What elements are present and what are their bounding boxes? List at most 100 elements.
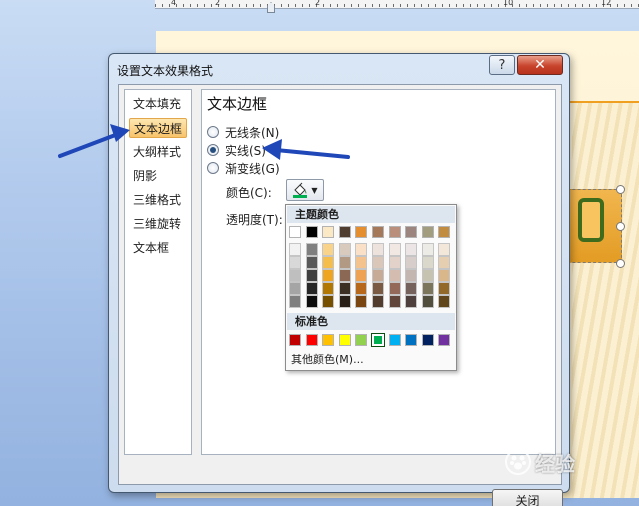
- nav-item-outline-style[interactable]: 大纲样式: [129, 142, 187, 162]
- nav-item-3d-format[interactable]: 三维格式: [129, 190, 187, 210]
- theme-color-tint[interactable]: [289, 269, 301, 282]
- nav-item-text-fill[interactable]: 文本填充: [129, 94, 187, 114]
- theme-color-tint[interactable]: [322, 269, 335, 282]
- standard-color-swatch[interactable]: [322, 334, 335, 346]
- theme-color-tint[interactable]: [372, 269, 384, 282]
- theme-color-tint[interactable]: [421, 256, 434, 269]
- theme-color-tint[interactable]: [421, 269, 434, 282]
- standard-color-swatch[interactable]: [388, 334, 401, 346]
- theme-color-tint[interactable]: [289, 243, 301, 256]
- theme-color-tint[interactable]: [421, 295, 434, 308]
- standard-color-swatch[interactable]: [305, 334, 318, 346]
- theme-color-tint[interactable]: [322, 295, 335, 308]
- standard-color-swatch[interactable]: [421, 334, 434, 346]
- theme-color-tint[interactable]: [305, 269, 318, 282]
- theme-color-tint[interactable]: [388, 282, 401, 295]
- outline-color-dropdown[interactable]: ▼: [286, 179, 324, 201]
- standard-color-swatch[interactable]: [405, 334, 418, 346]
- category-list: 文本填充 文本边框 大纲样式 阴影 三维格式 三维旋转 文本框: [124, 89, 192, 455]
- resize-handle[interactable]: [616, 185, 625, 194]
- theme-color-tint[interactable]: [338, 295, 351, 308]
- theme-color-tint[interactable]: [305, 282, 318, 295]
- theme-color-swatch[interactable]: [289, 226, 301, 238]
- theme-color-tint[interactable]: [355, 256, 368, 269]
- theme-color-tint[interactable]: [405, 256, 418, 269]
- chevron-down-icon: ▼: [311, 185, 318, 195]
- radio-no-line[interactable]: 无线条(N): [207, 124, 279, 140]
- theme-color-tint[interactable]: [372, 282, 384, 295]
- theme-color-tint[interactable]: [305, 256, 318, 269]
- theme-color-tint[interactable]: [372, 295, 384, 308]
- theme-color-tint[interactable]: [388, 295, 401, 308]
- theme-color-tint[interactable]: [388, 243, 401, 256]
- help-button[interactable]: ?: [489, 55, 515, 75]
- theme-color-tint[interactable]: [289, 295, 301, 308]
- theme-color-swatch[interactable]: [338, 226, 351, 238]
- transparency-label: 透明度(T):: [226, 213, 283, 227]
- theme-color-tint[interactable]: [372, 256, 384, 269]
- horizontal-ruler[interactable]: 4 2 2 10 12: [155, 0, 639, 9]
- theme-color-tint[interactable]: [438, 295, 451, 308]
- theme-color-tint[interactable]: [305, 243, 318, 256]
- resize-handle[interactable]: [616, 222, 625, 231]
- dialog-titlebar[interactable]: 设置文本效果格式 ? ✕: [109, 54, 569, 82]
- standard-colors-header: 标准色: [287, 313, 455, 330]
- close-button[interactable]: 关闭: [492, 489, 563, 506]
- theme-color-tint[interactable]: [338, 269, 351, 282]
- theme-color-tint[interactable]: [405, 282, 418, 295]
- standard-color-swatch[interactable]: [338, 334, 351, 346]
- theme-color-tint[interactable]: [421, 243, 434, 256]
- theme-color-swatch[interactable]: [438, 226, 451, 238]
- theme-color-tint[interactable]: [322, 282, 335, 295]
- theme-color-tint[interactable]: [289, 282, 301, 295]
- close-window-button[interactable]: ✕: [517, 55, 563, 75]
- theme-color-swatch[interactable]: [322, 226, 335, 238]
- radio-button[interactable]: [207, 162, 219, 174]
- standard-color-swatch[interactable]: [438, 334, 451, 346]
- nav-item-3d-rotation[interactable]: 三维旋转: [129, 214, 187, 234]
- radio-button[interactable]: [207, 144, 219, 156]
- theme-color-tint[interactable]: [388, 256, 401, 269]
- theme-color-tint[interactable]: [438, 243, 451, 256]
- theme-color-tint[interactable]: [289, 256, 301, 269]
- theme-color-tint[interactable]: [438, 282, 451, 295]
- resize-handle[interactable]: [616, 259, 625, 268]
- standard-color-swatch[interactable]: [289, 334, 301, 346]
- theme-color-tint[interactable]: [338, 282, 351, 295]
- radio-gradient-line[interactable]: 渐变线(G): [207, 160, 280, 176]
- more-colors-item[interactable]: 其他颜色(M)...: [287, 351, 455, 369]
- theme-color-tint[interactable]: [322, 243, 335, 256]
- theme-color-tint[interactable]: [355, 269, 368, 282]
- theme-color-tint[interactable]: [388, 269, 401, 282]
- theme-color-tint[interactable]: [338, 256, 351, 269]
- radio-solid-line[interactable]: 实线(S): [207, 142, 266, 158]
- nav-item-text-box[interactable]: 文本框: [129, 238, 187, 258]
- theme-color-tint[interactable]: [355, 282, 368, 295]
- theme-color-tint[interactable]: [305, 295, 318, 308]
- nav-item-shadow[interactable]: 阴影: [129, 166, 187, 186]
- theme-color-swatch[interactable]: [355, 226, 368, 238]
- theme-color-tint[interactable]: [405, 295, 418, 308]
- radio-button[interactable]: [207, 126, 219, 138]
- theme-color-tint[interactable]: [405, 243, 418, 256]
- theme-color-tint[interactable]: [355, 295, 368, 308]
- nav-item-text-outline[interactable]: 文本边框: [129, 118, 187, 138]
- theme-color-tint[interactable]: [421, 282, 434, 295]
- theme-color-swatch[interactable]: [405, 226, 418, 238]
- theme-color-tint[interactable]: [322, 256, 335, 269]
- dialog-title: 设置文本效果格式: [117, 64, 214, 78]
- help-icon: ?: [498, 57, 506, 73]
- theme-color-tint[interactable]: [338, 243, 351, 256]
- standard-color-swatch[interactable]: [371, 333, 385, 347]
- theme-color-swatch[interactable]: [305, 226, 318, 238]
- theme-color-tint[interactable]: [438, 256, 451, 269]
- standard-color-swatch[interactable]: [355, 334, 368, 346]
- theme-color-swatch[interactable]: [388, 226, 401, 238]
- theme-color-tint[interactable]: [438, 269, 451, 282]
- theme-color-swatch[interactable]: [421, 226, 434, 238]
- theme-color-tint[interactable]: [405, 269, 418, 282]
- theme-color-swatch[interactable]: [372, 226, 384, 238]
- theme-color-tint[interactable]: [355, 243, 368, 256]
- theme-color-tint[interactable]: [372, 243, 384, 256]
- ruler-number-3: 2: [315, 0, 321, 7]
